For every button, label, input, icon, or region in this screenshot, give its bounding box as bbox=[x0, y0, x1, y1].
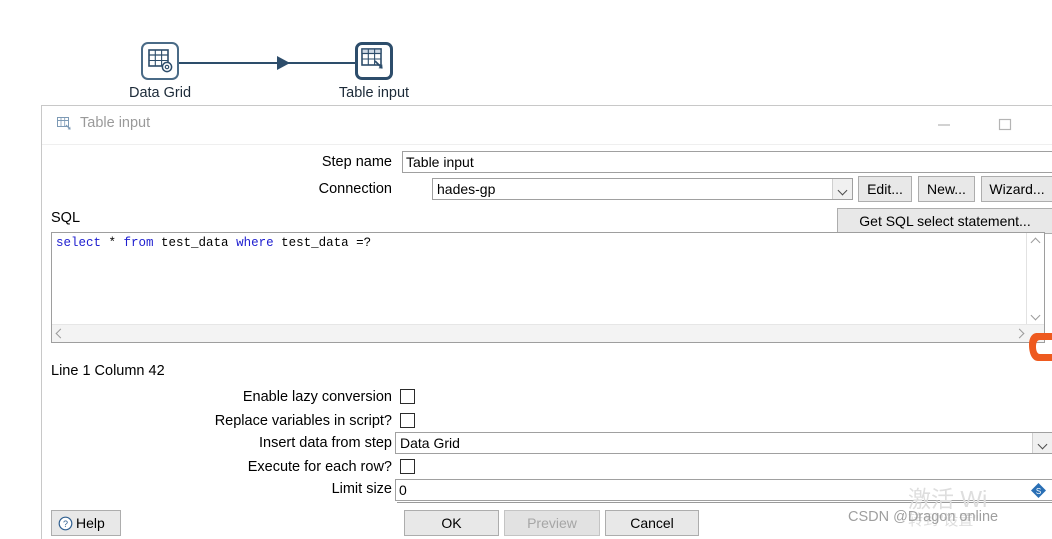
table-input-dialog: Table input Step name Table input Connec… bbox=[41, 105, 1052, 539]
close-button[interactable] bbox=[1044, 106, 1052, 140]
limit-size-input[interactable]: 0 bbox=[395, 479, 1052, 501]
sql-vertical-scrollbar[interactable] bbox=[1026, 233, 1044, 325]
limit-size-label: Limit size bbox=[331, 481, 392, 497]
maximize-icon bbox=[998, 118, 1012, 131]
footer-separator bbox=[397, 502, 1052, 503]
chevron-down-icon[interactable] bbox=[1032, 433, 1052, 453]
new-connection-button[interactable]: New... bbox=[918, 176, 975, 202]
sql-keyword: select bbox=[56, 236, 102, 250]
edit-connection-button[interactable]: Edit... bbox=[858, 176, 912, 202]
dialog-titlebar[interactable]: Table input bbox=[42, 106, 1052, 145]
hop-arrow-head[interactable] bbox=[277, 56, 290, 70]
get-sql-select-statement-button[interactable]: Get SQL select statement... bbox=[837, 208, 1052, 234]
sql-keyword: from bbox=[123, 236, 154, 250]
sql-label: SQL bbox=[51, 210, 81, 226]
preview-button[interactable]: Preview bbox=[504, 510, 600, 536]
insert-data-from-step-label: Insert data from step bbox=[259, 435, 392, 451]
help-button[interactable]: ? Help bbox=[51, 510, 121, 536]
connection-label: Connection bbox=[318, 181, 392, 197]
step-label-data-grid: Data Grid bbox=[128, 85, 192, 101]
canvas-step-table-input[interactable]: Table input bbox=[314, 42, 434, 101]
enable-lazy-conversion-checkbox[interactable] bbox=[400, 389, 415, 404]
scroll-left-icon[interactable] bbox=[52, 325, 69, 342]
data-grid-icon[interactable] bbox=[141, 42, 179, 80]
minimize-button[interactable] bbox=[922, 106, 968, 140]
replace-variables-label: Replace variables in script? bbox=[214, 413, 392, 429]
svg-text:?: ? bbox=[63, 519, 68, 529]
scroll-right-icon[interactable] bbox=[1010, 325, 1027, 342]
sql-horizontal-scrollbar[interactable] bbox=[52, 324, 1044, 342]
table-input-small-icon bbox=[57, 117, 73, 132]
connection-wizard-button[interactable]: Wizard... bbox=[981, 176, 1052, 202]
step-label-table-input: Table input bbox=[338, 85, 410, 101]
csdn-watermark: CSDN @Dragon online bbox=[848, 509, 999, 525]
insert-data-from-step-value: Data Grid bbox=[400, 435, 460, 451]
help-button-label: Help bbox=[76, 515, 105, 531]
chevron-down-icon[interactable] bbox=[832, 179, 852, 199]
execute-each-row-checkbox[interactable] bbox=[400, 459, 415, 474]
enable-lazy-conversion-label: Enable lazy conversion bbox=[242, 389, 392, 405]
sql-editor-text[interactable]: select * from test_data where test_data … bbox=[56, 236, 1016, 251]
step-name-label: Step name bbox=[321, 154, 392, 170]
cursor-position-status: Line 1 Column 42 bbox=[51, 363, 165, 379]
connection-value: hades-gp bbox=[437, 181, 496, 197]
help-icon: ? bbox=[58, 516, 73, 534]
insert-data-from-step-dropdown[interactable]: Data Grid bbox=[395, 432, 1052, 454]
execute-each-row-label: Execute for each row? bbox=[247, 459, 392, 475]
canvas-step-data-grid[interactable]: Data Grid bbox=[100, 42, 220, 101]
sql-token: * bbox=[101, 236, 124, 250]
sql-token: test_data =? bbox=[273, 236, 372, 250]
replace-variables-checkbox[interactable] bbox=[400, 413, 415, 428]
scroll-up-icon[interactable] bbox=[1027, 233, 1044, 250]
ok-button[interactable]: OK bbox=[404, 510, 499, 536]
sql-keyword: where bbox=[236, 236, 274, 250]
table-input-icon[interactable] bbox=[355, 42, 393, 80]
sql-token: test_data bbox=[153, 236, 237, 250]
connection-dropdown[interactable]: hades-gp bbox=[432, 178, 853, 200]
maximize-button[interactable] bbox=[983, 106, 1029, 140]
scroll-down-icon[interactable] bbox=[1027, 308, 1044, 325]
data-grid-glyph bbox=[148, 49, 173, 73]
dialog-title: Table input bbox=[80, 115, 151, 131]
orange-app-icon[interactable] bbox=[1029, 333, 1052, 361]
blue-diamond-icon[interactable]: S bbox=[1031, 483, 1046, 498]
table-input-glyph bbox=[361, 48, 383, 69]
minimize-icon bbox=[938, 124, 950, 126]
svg-text:S: S bbox=[1036, 487, 1041, 496]
cancel-button[interactable]: Cancel bbox=[605, 510, 699, 536]
step-name-input[interactable]: Table input bbox=[402, 151, 1052, 173]
sql-editor[interactable]: select * from test_data where test_data … bbox=[51, 232, 1045, 343]
